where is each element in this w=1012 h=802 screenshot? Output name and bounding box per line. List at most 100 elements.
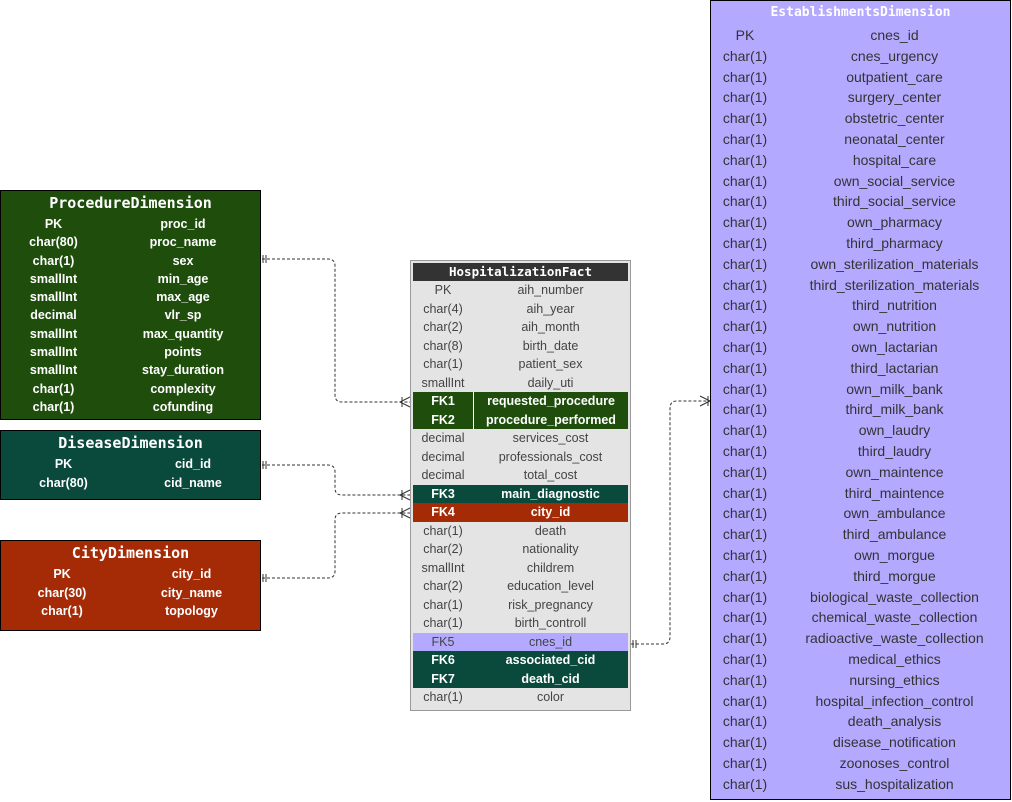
column-type: char(80) (39, 475, 88, 490)
column-name: biological_waste_collection (810, 588, 979, 605)
column-name: aih_number (517, 283, 584, 297)
column-type: PK (434, 283, 452, 297)
column-name: daily_uti (527, 375, 574, 390)
procedure-dimension-title: ProcedureDimension (49, 194, 212, 212)
column-name: cnes_urgency (850, 47, 939, 64)
column-name: requested_procedure (487, 394, 615, 408)
column-type: char(1) (722, 193, 768, 210)
column-name: total_cost (523, 468, 578, 482)
column-name: associated_cid (505, 653, 596, 667)
column-name: color (536, 690, 565, 704)
column-name: death (534, 523, 567, 538)
column-type: FK1 (413, 392, 474, 411)
column-name: own_social_service (833, 172, 956, 189)
column-name: birth_date (522, 338, 579, 353)
column-type: smallInt (29, 345, 78, 360)
column-type: smallInt (29, 271, 78, 286)
column-type: char(30) (37, 585, 87, 600)
column-type: char(1) (722, 422, 768, 439)
column-type: char(1) (722, 505, 768, 522)
column-type: FK7 (431, 671, 455, 686)
column-name: cofunding (152, 399, 214, 414)
table-row: char(1) own_milk_bank (711, 379, 1010, 400)
table-row: decimal services_cost (413, 429, 628, 448)
table-row: char(1) sus_hospitalization (711, 774, 1010, 795)
table-row: char(1) third_laudry (711, 441, 1010, 462)
table-row: FK3 main_diagnostic (413, 484, 628, 503)
column-type: char(1) (722, 172, 768, 189)
table-row: smallInt daily_uti (413, 374, 628, 393)
column-type: char(1) (722, 546, 768, 563)
table-row: char(1) topology (1, 602, 260, 621)
table-row: char(1)sus_ambulatory_care (711, 794, 1010, 799)
table-row: char(1) own_pharmacy (711, 212, 1010, 233)
column-type: PK (53, 567, 71, 581)
column-name: max_quantity (142, 326, 224, 341)
table-row: smallInt min_age (1, 270, 260, 288)
column-type: char(1) (722, 630, 768, 647)
column-type: char(1) (32, 381, 75, 396)
column-type: char(1) (722, 234, 768, 251)
table-row: char(1) zoonoses_control (711, 753, 1010, 774)
table-row: PK city_id (1, 565, 260, 584)
column-name: max_age (156, 290, 210, 305)
column-name: third_sterilization_materials (809, 276, 980, 293)
table-row: PK proc_id (1, 215, 260, 233)
column-name: chemical_waste_collection (811, 609, 978, 626)
table-row: decimal total_cost (413, 466, 628, 485)
table-row: char(1) death_analysis (711, 711, 1010, 732)
column-type: char(1) (722, 151, 768, 168)
column-type: char(1) (722, 380, 768, 397)
column-name: surgery_center (847, 89, 942, 106)
table-row: decimal professionals_cost (413, 448, 628, 467)
column-name: childrem (526, 560, 575, 575)
column-name: third_laudry (857, 442, 932, 459)
column-type: char(1) (722, 130, 768, 147)
column-type: smallInt (29, 290, 78, 305)
table-row: char(1) third_maintence (711, 483, 1010, 504)
column-type: char(1) (722, 588, 768, 605)
column-name: third_morgue (853, 567, 936, 584)
column-name: topology (165, 604, 218, 618)
column-name: third_nutrition (852, 297, 937, 314)
hospitalization-fact-title: HospitalizationFact (413, 263, 628, 281)
column-type: char(1) (423, 690, 463, 704)
table-row: char(1) cofunding (1, 398, 260, 416)
column-name: third_pharmacy (846, 234, 943, 251)
column-name: own_milk_bank (846, 380, 943, 397)
column-name: death_cid (521, 671, 580, 686)
table-row: FK5 cnes_id (413, 632, 628, 651)
column-type: FK4 (431, 505, 455, 519)
column-type: PK (44, 217, 63, 231)
column-type: char(1) (722, 442, 768, 459)
table-row: char(2) aih_month (413, 318, 628, 337)
table-row: char(1) hospital_infection_control (711, 691, 1010, 712)
table-row: char(1) own_ambulance (711, 503, 1010, 524)
table-row: FK1 requested_procedure (413, 392, 628, 411)
column-type: char(1) (722, 754, 768, 771)
column-type: char(1) (722, 692, 768, 709)
table-row: smallInt max_age (1, 288, 260, 306)
column-type: decimal (421, 468, 465, 482)
table-row: char(1) nursing_ethics (711, 670, 1010, 691)
column-type: decimal (30, 308, 77, 323)
column-name: sus_hospitalization (835, 775, 954, 792)
table-row: FK4 city_id (413, 503, 628, 522)
column-type: char(1) (423, 616, 463, 630)
link-procedure-fact (262, 258, 410, 403)
table-row: char(1) biological_waste_collection (711, 587, 1010, 608)
column-type: FK3 (431, 486, 455, 501)
column-name: own_ambulance (843, 505, 946, 522)
table-row: smallInt childrem (413, 559, 628, 578)
column-name: own_maintence (845, 463, 944, 480)
column-name: zoonoses_control (839, 754, 950, 771)
column-type: char(8) (423, 338, 463, 353)
disease-dimension-table: DiseaseDimension PK cid_id char(80) cid_nam… (0, 430, 261, 500)
column-name: sex (172, 253, 194, 268)
column-type: char(1) (722, 463, 768, 480)
table-row: FK7 death_cid (413, 669, 628, 688)
column-name: points (164, 345, 202, 360)
column-name: third_maintence (844, 484, 945, 501)
table-row: char(1) birth_controll (413, 614, 628, 633)
table-row: char(1) own_morgue (711, 545, 1010, 566)
